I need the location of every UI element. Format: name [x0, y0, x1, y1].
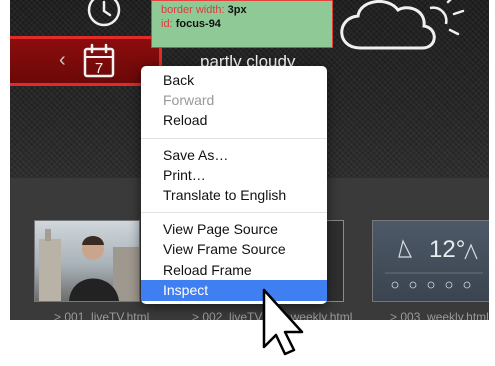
- menu-item-reload-frame[interactable]: Reload Frame: [141, 260, 327, 281]
- tv-app-screenshot: ‹ 7 partly cloudy border width: 3px id: …: [10, 0, 489, 320]
- calendar-day: 7: [95, 60, 103, 77]
- weather-thumbnail: 12°: [385, 236, 483, 289]
- calendar-focus-button[interactable]: ‹ 7: [10, 36, 162, 86]
- mouse-pointer-icon: [262, 288, 304, 356]
- menu-item-reload[interactable]: Reload: [141, 110, 327, 131]
- tooltip-value-2: focus-94: [175, 18, 221, 30]
- menu-item-forward: Forward: [163, 92, 215, 108]
- context-menu: Back Forward Reload Save As… Print… Tran…: [141, 66, 327, 304]
- partly-cloudy-icon: [340, 0, 465, 50]
- thumb-temperature: 12°: [429, 236, 465, 263]
- clock-icon: [87, 0, 121, 27]
- menu-item-view-frame-source[interactable]: View Frame Source: [141, 239, 327, 260]
- menu-separator: [141, 138, 327, 139]
- menu-item-save-as[interactable]: Save As…: [141, 145, 327, 166]
- focus-debug-tooltip: border width: 3px id: focus-94: [151, 0, 333, 48]
- chevron-left-icon: ‹: [59, 49, 66, 71]
- tooltip-label-2: id:: [161, 18, 176, 30]
- thumbnail-photo: [39, 229, 139, 301]
- calendar-icon: 7: [83, 43, 115, 78]
- menu-item-view-page-source[interactable]: View Page Source: [141, 219, 327, 240]
- menu-item-translate[interactable]: Translate to English: [141, 185, 327, 206]
- menu-item-print[interactable]: Print…: [141, 165, 327, 186]
- thumbnail-label-001[interactable]: > 001_liveTV.html: [54, 310, 149, 320]
- tooltip-label-1: border width:: [161, 4, 228, 16]
- thumbnail-001[interactable]: [34, 220, 140, 302]
- menu-item-back[interactable]: Back: [141, 70, 327, 91]
- thumbnail-003[interactable]: 12°: [372, 220, 489, 302]
- thumbnail-label-003[interactable]: > 003_weekly.html: [390, 310, 489, 320]
- tooltip-value-1: 3px: [227, 4, 247, 16]
- menu-separator: [141, 212, 327, 213]
